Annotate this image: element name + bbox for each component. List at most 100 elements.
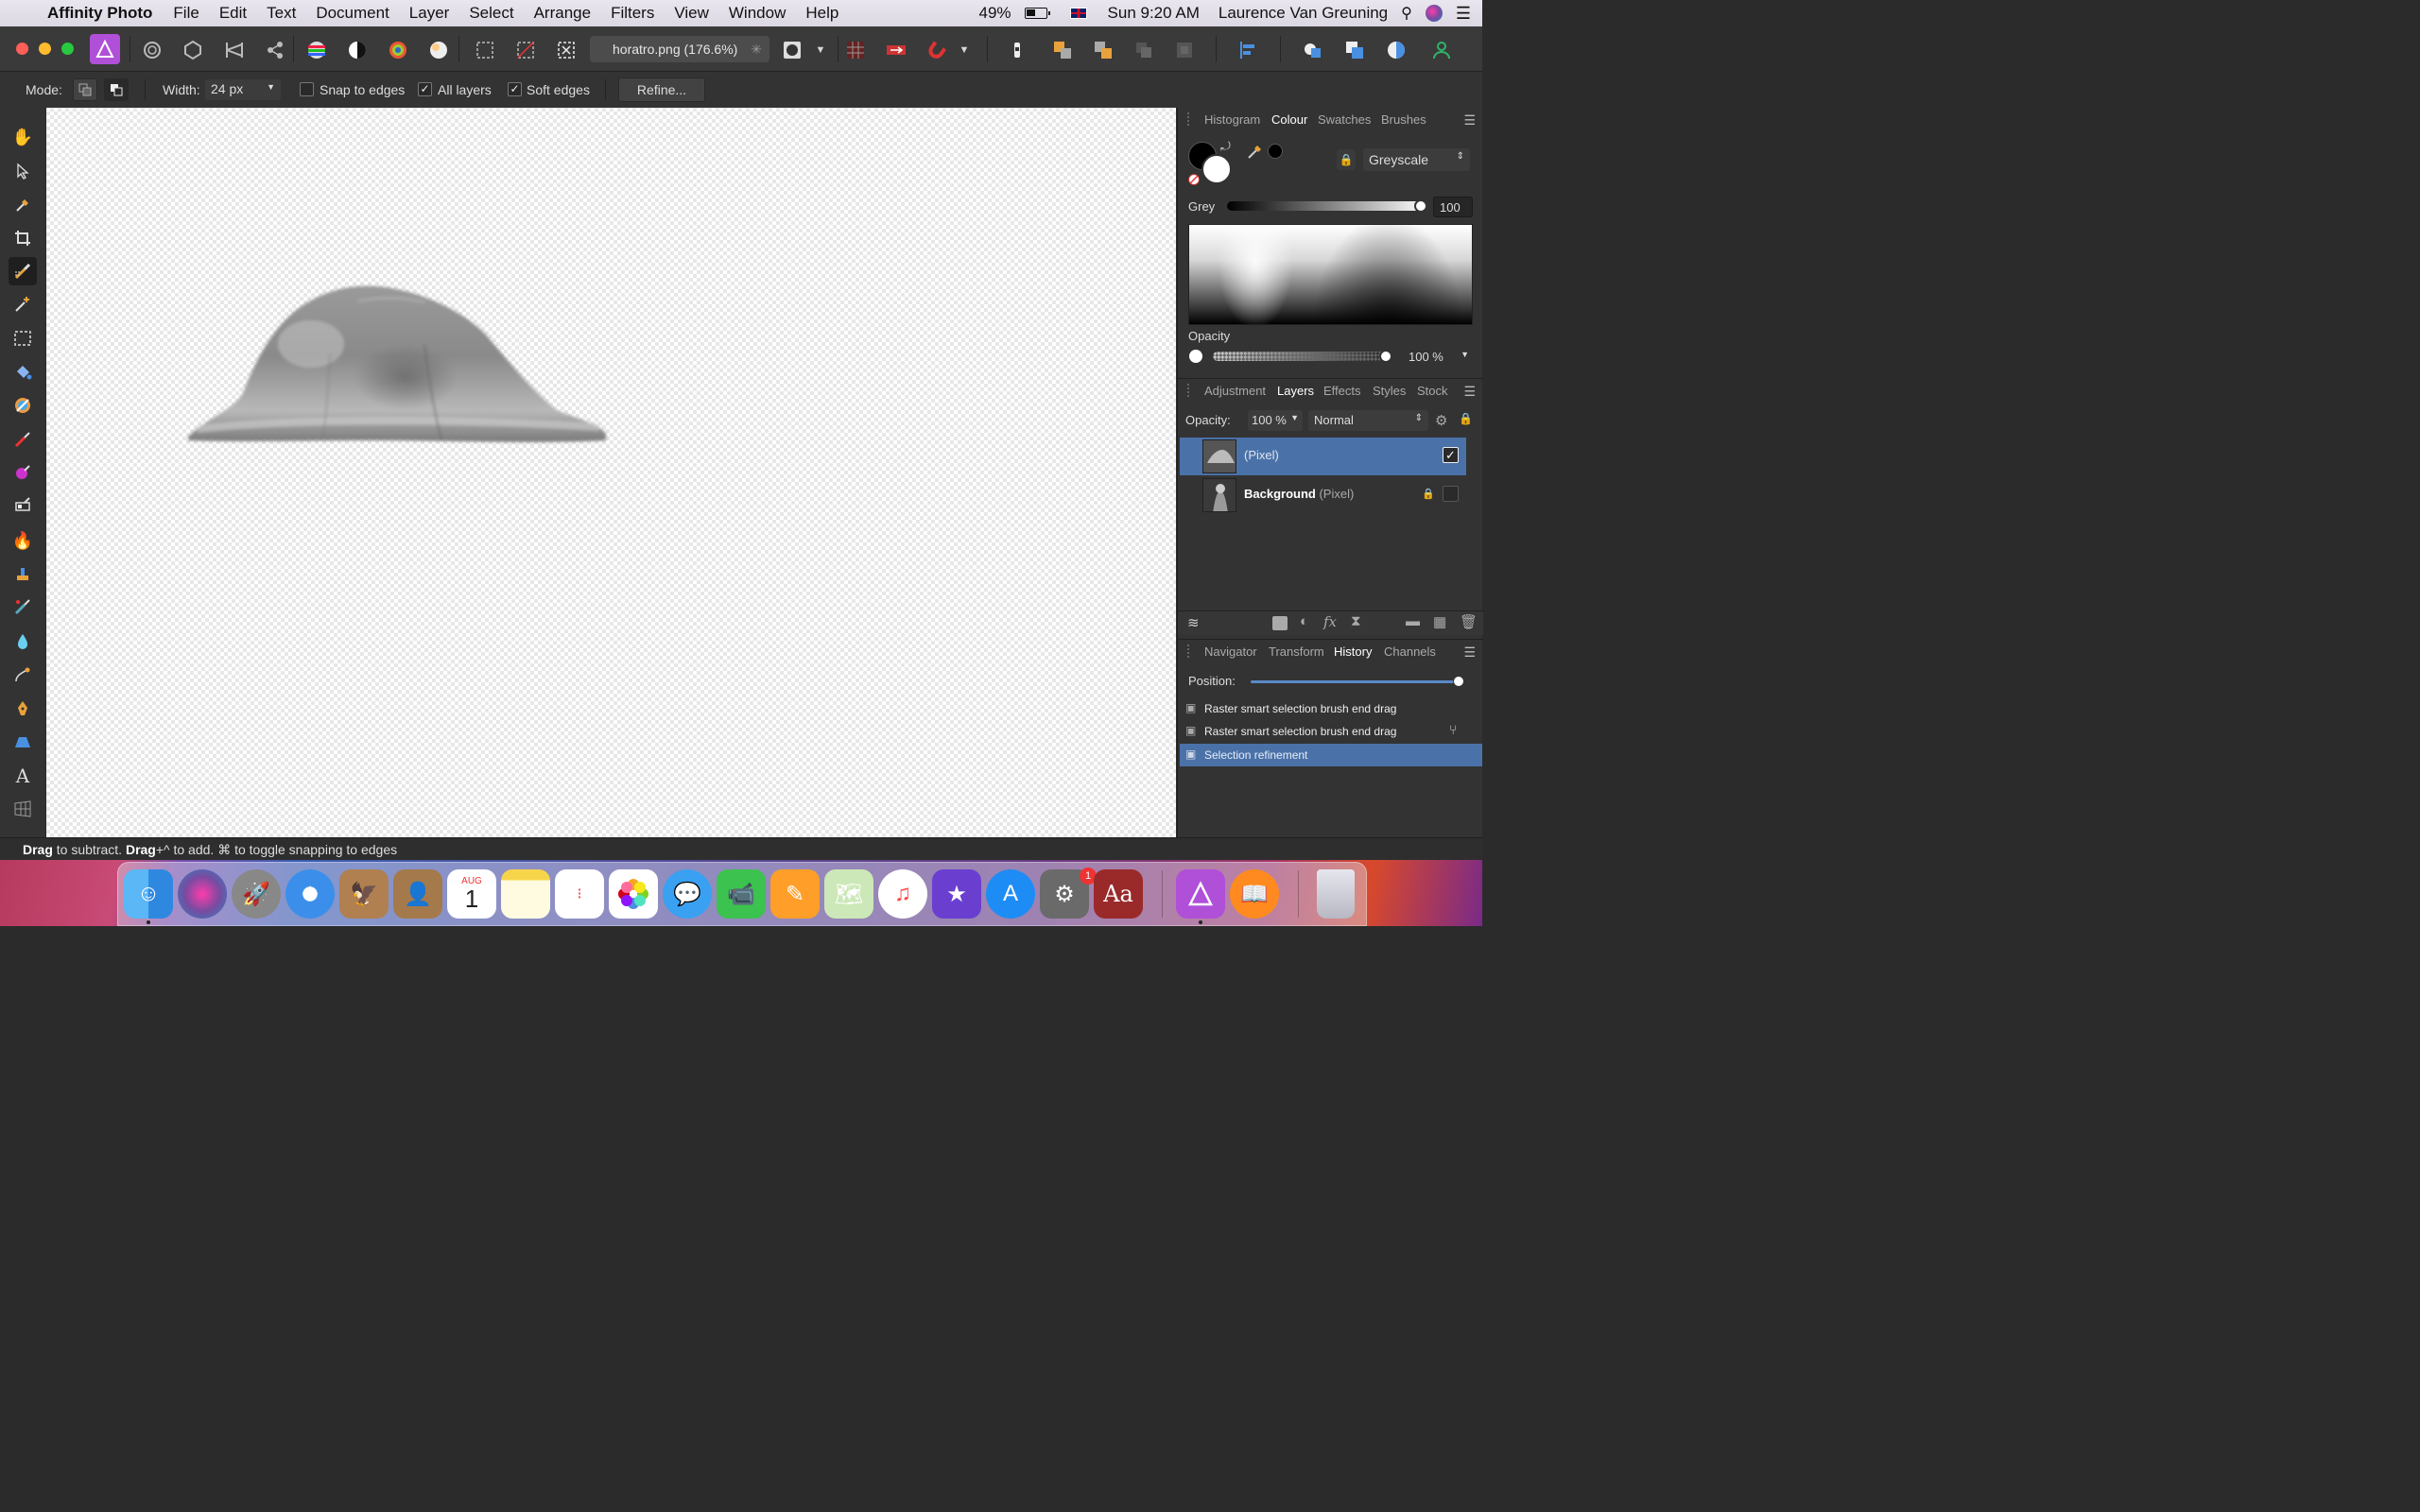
blend-mode-select[interactable]: Normal ⇕ <box>1308 410 1428 431</box>
safari-icon[interactable]: ✦ <box>285 869 335 919</box>
assistant-icon[interactable] <box>884 38 908 62</box>
order-one-back-icon[interactable] <box>1132 38 1156 62</box>
siri-dock-icon[interactable] <box>178 869 227 919</box>
window-minimize-button[interactable] <box>39 43 51 55</box>
menu-view[interactable]: View <box>674 4 709 23</box>
blur-brush-tool-icon[interactable] <box>9 627 37 656</box>
layer-opacity-field[interactable]: 100 % ▼ <box>1248 410 1303 431</box>
notification-center-icon[interactable]: ☰ <box>1456 4 1471 24</box>
picked-colour-swatch[interactable] <box>1268 144 1283 159</box>
auto-white-balance-icon[interactable] <box>426 38 451 62</box>
selection-brush-tool-icon[interactable] <box>9 257 37 285</box>
imovie-icon[interactable]: ★ <box>932 869 981 919</box>
crop-tool-icon[interactable] <box>9 224 37 252</box>
menu-window[interactable]: Window <box>729 4 786 23</box>
siri-icon[interactable] <box>1425 5 1443 22</box>
layer-row-background[interactable]: Background (Pixel) 🔒 <box>1180 476 1466 514</box>
colour-opacity-slider[interactable] <box>1213 350 1392 363</box>
no-colour-icon[interactable] <box>1188 174 1200 185</box>
affinity-photo-dock-icon[interactable] <box>1176 869 1225 919</box>
history-position-knob[interactable] <box>1453 676 1464 687</box>
delete-layer-icon[interactable]: 🗑 <box>1460 613 1478 630</box>
panel-menu-icon[interactable]: ☰ <box>1463 384 1476 400</box>
quick-mask-dropdown-icon[interactable]: ▼ <box>811 38 830 62</box>
trash-icon[interactable] <box>1317 869 1355 919</box>
finder-icon[interactable]: ☺ <box>124 869 173 919</box>
live-filter-icon[interactable]: ⧗ <box>1351 613 1361 629</box>
swap-colours-icon[interactable]: ⤾ <box>1220 139 1231 154</box>
menubar-user[interactable]: Laurence Van Greuning <box>1219 4 1388 23</box>
history-branch-icon[interactable]: ⑂ <box>1449 722 1457 737</box>
tab-navigator[interactable]: Navigator <box>1204 644 1257 659</box>
view-hand-tool-icon[interactable]: ✋ <box>9 123 37 151</box>
battery-percent[interactable]: 49% <box>979 4 1011 23</box>
mail-stamp-icon[interactable]: 🦅 <box>339 869 389 919</box>
menu-file[interactable]: File <box>173 4 199 23</box>
mesh-warp-tool-icon[interactable] <box>9 795 37 823</box>
order-forward-icon[interactable] <box>1050 38 1075 62</box>
grey-value-field[interactable]: 100 <box>1433 197 1473 217</box>
all-layers-checkbox[interactable]: ✓ <box>418 82 432 96</box>
music-icon[interactable]: ♫ <box>878 869 927 919</box>
snap-to-edges-checkbox[interactable] <box>300 82 314 96</box>
tab-swatches[interactable]: Swatches <box>1318 112 1371 127</box>
colour-opacity-field[interactable]: 100 % ▼ <box>1405 347 1471 368</box>
snapping-magnet-icon[interactable] <box>925 38 949 62</box>
layer-locked-icon[interactable]: 🔒 <box>1422 488 1435 500</box>
history-entry[interactable]: ▣ Raster smart selection brush end drag <box>1180 697 1482 720</box>
messages-icon[interactable]: 💬 <box>663 869 712 919</box>
move-tool-icon[interactable] <box>9 157 37 185</box>
panel-grip-icon[interactable] <box>1187 384 1191 397</box>
battery-icon[interactable] <box>1024 8 1050 19</box>
tab-transform[interactable]: Transform <box>1269 644 1324 659</box>
flood-fill-tool-icon[interactable] <box>9 358 37 387</box>
colour-opacity-dropdown-icon[interactable]: ▼ <box>1461 350 1469 359</box>
liquify-persona-icon[interactable] <box>140 38 164 62</box>
menu-select[interactable]: Select <box>469 4 513 23</box>
colour-replacement-tool-icon[interactable] <box>9 458 37 487</box>
adjustment-layer-icon[interactable]: ◐ <box>1300 613 1308 629</box>
maps-icon[interactable]: 🗺 <box>824 869 873 919</box>
pages-icon[interactable]: ✎ <box>770 869 820 919</box>
colour-wheel-box[interactable] <box>1188 224 1473 325</box>
panel-grip-icon[interactable] <box>1187 644 1191 658</box>
menu-document[interactable]: Document <box>316 4 389 23</box>
add-group-icon[interactable]: ▬ <box>1406 613 1420 629</box>
window-zoom-button[interactable] <box>61 43 74 55</box>
layer-visibility-checkbox[interactable]: ✓ <box>1443 447 1459 463</box>
develop-persona-icon[interactable] <box>181 38 205 62</box>
colour-picker-icon[interactable] <box>1246 142 1265 165</box>
app-menu[interactable]: Affinity Photo <box>47 4 152 23</box>
select-all-icon[interactable] <box>473 38 497 62</box>
colour-picker-tool-icon[interactable] <box>9 191 37 219</box>
pixel-grid-icon[interactable] <box>843 38 868 62</box>
mask-layer-icon[interactable] <box>1272 616 1288 630</box>
add-pixel-layer-icon[interactable]: ▦ <box>1433 613 1446 630</box>
menu-layer[interactable]: Layer <box>409 4 450 23</box>
order-back-icon[interactable] <box>1005 38 1029 62</box>
panel-menu-icon[interactable]: ☰ <box>1463 644 1476 661</box>
tab-stock[interactable]: Stock <box>1417 384 1448 398</box>
tone-mapping-persona-icon[interactable] <box>222 38 247 62</box>
node-pen-tool-icon[interactable] <box>9 695 37 723</box>
document-canvas[interactable] <box>46 108 1176 837</box>
pen-tool-icon[interactable] <box>9 661 37 689</box>
tab-layers[interactable]: Layers <box>1272 379 1319 403</box>
tab-history[interactable]: History <box>1329 640 1376 663</box>
photos-icon[interactable] <box>609 869 658 919</box>
menu-arrange[interactable]: Arrange <box>534 4 591 23</box>
fx-icon[interactable]: fx <box>1323 613 1337 630</box>
dodge-burn-tool-icon[interactable]: 🔥 <box>9 526 37 555</box>
lock-colour-icon[interactable]: 🔒 <box>1337 149 1356 170</box>
app-store-icon[interactable]: A <box>986 869 1035 919</box>
export-persona-icon[interactable] <box>263 38 287 62</box>
history-position-slider[interactable] <box>1251 676 1464 687</box>
paint-brush-tool-icon[interactable] <box>9 425 37 454</box>
window-close-button[interactable] <box>16 43 28 55</box>
shape-tool-icon[interactable] <box>9 728 37 756</box>
boolean-subtract-icon[interactable] <box>1342 38 1367 62</box>
layer-visibility-checkbox[interactable] <box>1443 486 1459 502</box>
contacts-icon[interactable]: 👤 <box>393 869 442 919</box>
width-dropdown-icon[interactable]: ▼ <box>267 82 275 92</box>
launchpad-icon[interactable]: 🚀 <box>232 869 281 919</box>
